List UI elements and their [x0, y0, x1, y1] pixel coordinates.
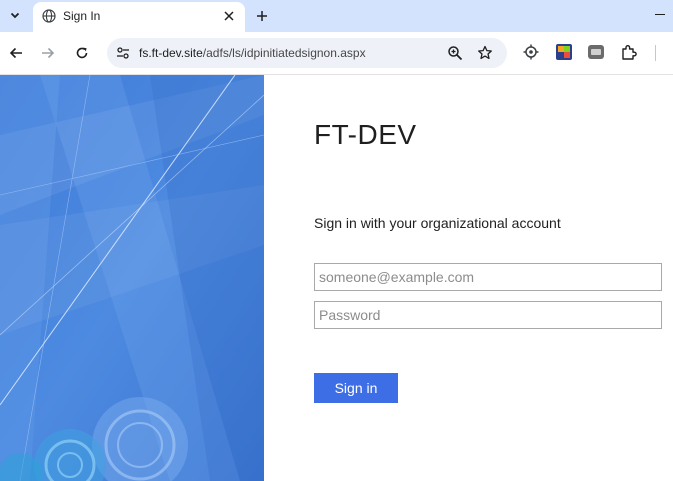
extension-target-icon[interactable]	[522, 43, 540, 61]
tab-title: Sign In	[63, 9, 101, 23]
tab-sign-in[interactable]: Sign In	[33, 2, 245, 32]
address-bar[interactable]: fs.ft-dev.site/adfs/ls/idpinitiatedsigno…	[107, 38, 507, 68]
sign-in-heading: Sign in with your organizational account	[314, 215, 561, 231]
url-host: fs.ft-dev.site	[139, 46, 203, 60]
company-name: FT-DEV	[314, 119, 417, 150]
url-text: fs.ft-dev.site/adfs/ls/idpinitiatedsigno…	[139, 46, 366, 60]
forward-arrow-icon[interactable]	[37, 42, 59, 64]
extensions-puzzle-icon[interactable]	[620, 43, 638, 61]
globe-icon	[42, 9, 56, 23]
close-tab-icon[interactable]	[221, 8, 237, 24]
username-input[interactable]	[314, 263, 662, 291]
tab-search-chevron-icon[interactable]	[4, 4, 26, 26]
bookmark-star-icon[interactable]	[477, 45, 493, 61]
zoom-magnifier-icon[interactable]	[447, 45, 463, 61]
hero-illustration	[0, 75, 264, 481]
toolbar-divider	[655, 45, 656, 61]
minimize-window-icon[interactable]	[655, 14, 665, 15]
extension-gray-icon[interactable]	[587, 43, 605, 61]
abstract-background-art	[0, 75, 264, 481]
sign-in-button[interactable]: Sign in	[314, 373, 398, 403]
reload-icon[interactable]	[71, 42, 93, 64]
extension-colorful-icon[interactable]	[555, 43, 573, 61]
tab-strip: Sign In	[0, 0, 673, 32]
new-tab-plus-icon[interactable]	[252, 6, 272, 26]
sign-in-panel: FT-DEV Sign in with your organizational …	[264, 75, 673, 481]
back-arrow-icon[interactable]	[5, 42, 27, 64]
password-input[interactable]	[314, 301, 662, 329]
browser-toolbar: fs.ft-dev.site/adfs/ls/idpinitiatedsigno…	[0, 32, 673, 75]
url-path: /adfs/ls/idpinitiatedsignon.aspx	[202, 46, 366, 60]
site-info-tune-icon[interactable]	[115, 45, 131, 61]
